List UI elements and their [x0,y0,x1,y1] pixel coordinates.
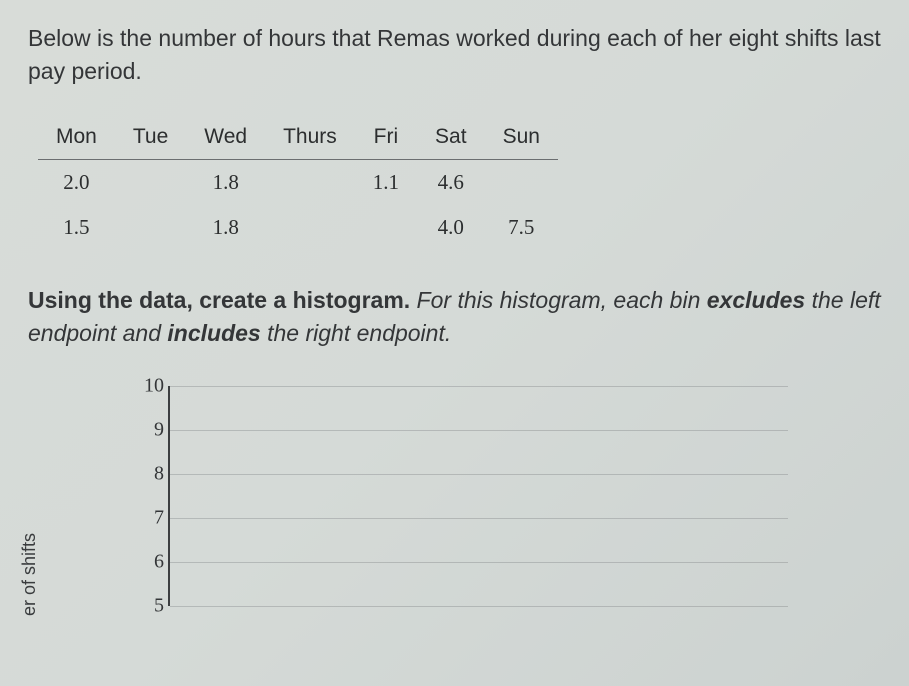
cell: 1.8 [186,205,265,250]
gridline [170,606,788,607]
y-axis-label: er of shifts [19,533,40,616]
table-row: 2.0 1.8 1.1 4.6 [38,159,558,205]
col-sun: Sun [485,117,558,160]
col-tue: Tue [115,117,186,160]
instruction-text: Using the data, create a histogram. For … [28,284,881,351]
ytick: 7 [128,507,164,530]
ytick: 8 [128,463,164,486]
gridline [170,386,788,387]
cell [485,159,558,205]
cell [115,159,186,205]
table-row: 1.5 1.8 4.0 7.5 [38,205,558,250]
instruction-ital3: the right endpoint. [261,320,452,346]
cell: 4.6 [417,159,485,205]
cell: 4.0 [417,205,485,250]
cell: 1.8 [186,159,265,205]
shifts-table: Mon Tue Wed Thurs Fri Sat Sun 2.0 1.8 1.… [38,117,558,250]
col-wed: Wed [186,117,265,160]
histogram-chart[interactable]: er of shifts 10 9 8 7 6 5 [88,386,788,606]
col-sat: Sat [417,117,485,160]
intro-text: Below is the number of hours that Remas … [28,22,881,89]
instruction-ital1: For this histogram, each bin [410,287,707,313]
data-table-wrap: Mon Tue Wed Thurs Fri Sat Sun 2.0 1.8 1.… [38,117,881,250]
cell [115,205,186,250]
col-mon: Mon [38,117,115,160]
gridline [170,562,788,563]
cell [265,205,355,250]
ytick: 10 [128,375,164,398]
cell: 7.5 [485,205,558,250]
col-thurs: Thurs [265,117,355,160]
cell: 1.1 [355,159,417,205]
ytick: 6 [128,551,164,574]
gridline [170,430,788,431]
instruction-lead: Using the data, create a histogram. [28,287,410,313]
cell: 1.5 [38,205,115,250]
col-fri: Fri [355,117,417,160]
gridline [170,474,788,475]
gridline [170,518,788,519]
cell: 2.0 [38,159,115,205]
instruction-excludes: excludes [707,287,805,313]
ytick: 5 [128,595,164,618]
y-axis-line [168,386,170,606]
instruction-includes: includes [167,320,260,346]
ytick: 9 [128,419,164,442]
cell [265,159,355,205]
cell [355,205,417,250]
